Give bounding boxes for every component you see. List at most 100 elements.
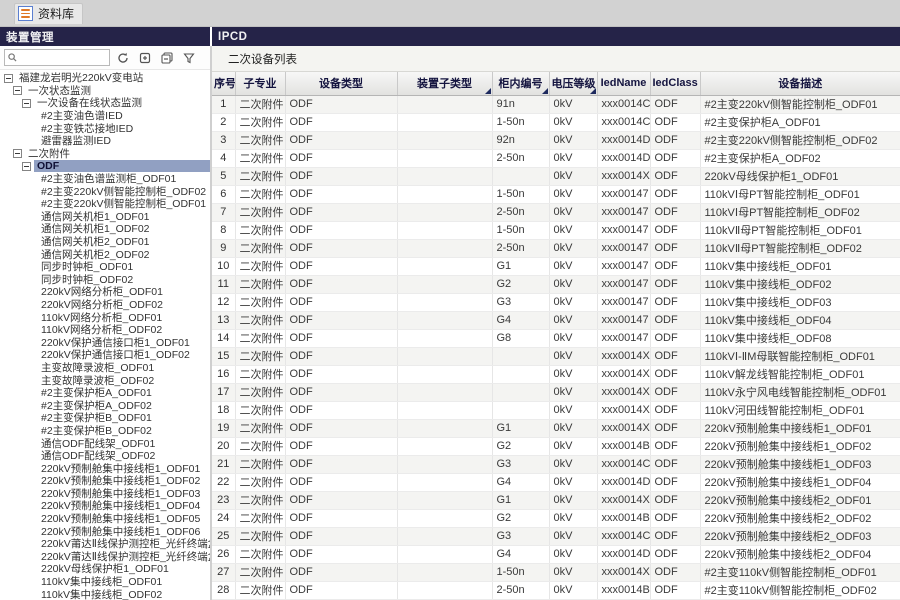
tree-item[interactable]: #2主变保护柜B_ODF02	[0, 425, 210, 438]
column-header-device-type[interactable]: 设备类型	[285, 72, 397, 95]
tree-item[interactable]: #2主变保护柜B_ODF01	[0, 412, 210, 425]
table-row[interactable]: 16二次附件ODF0kVxxx0014XODF110kV解龙线智能控制柜_ODF…	[212, 365, 900, 383]
tree-item[interactable]: 同步时钟柜_ODF01	[0, 261, 210, 274]
table-row[interactable]: 12二次附件ODFG30kVxxx00147ODF110kV集中接线柜_ODF0…	[212, 293, 900, 311]
table-row[interactable]: 24二次附件ODFG20kVxxx0014BODF220kV预制舱集中接线柜2_…	[212, 509, 900, 527]
tree-item[interactable]: 220kV母线保护柜1_ODF01	[0, 563, 210, 576]
tree-item[interactable]: 通信网关机柜1_ODF01	[0, 211, 210, 224]
table-row[interactable]: 25二次附件ODFG30kVxxx0014CODF220kV预制舱集中接线柜2_…	[212, 527, 900, 545]
tree-collapse-icon[interactable]	[22, 162, 31, 171]
tree-item[interactable]: 主变故障录波柜_ODF02	[0, 374, 210, 387]
expand-all-button[interactable]	[136, 49, 154, 67]
table-row[interactable]: 14二次附件ODFG80kVxxx00147ODF110kV集中接线柜_ODF0…	[212, 329, 900, 347]
tree-item[interactable]: 220kV预制舱集中接线柜1_ODF06	[0, 525, 210, 538]
column-header-ied-name[interactable]: IedName	[597, 72, 650, 95]
tree-collapse-icon[interactable]	[22, 99, 31, 108]
tree-item[interactable]: 220kV保护通信接口柜1_ODF02	[0, 349, 210, 362]
table-row[interactable]: 10二次附件ODFG10kVxxx00147ODF110kV集中接线柜_ODF0…	[212, 257, 900, 275]
tree-item[interactable]: 二次附件	[0, 148, 210, 161]
tree-item[interactable]: 220kV预制舱集中接线柜1_ODF04	[0, 500, 210, 513]
tree-item[interactable]: #2主变油色谱监测柜_ODF01	[0, 173, 210, 186]
table-row[interactable]: 15二次附件ODF0kVxxx0014XODF110kVⅠ-ⅡM母联智能控制柜_…	[212, 347, 900, 365]
column-header-device-desc[interactable]: 设备描述	[700, 72, 900, 95]
tree-item[interactable]: ODF	[0, 160, 210, 173]
tree-item[interactable]: 同步时钟柜_ODF02	[0, 274, 210, 287]
column-header-sub-specialty[interactable]: 子专业	[235, 72, 285, 95]
tree-item-label: 通信网关机柜2_ODF01	[38, 236, 153, 248]
tree-item[interactable]: #2主变保护柜A_ODF01	[0, 387, 210, 400]
tab-library[interactable]: 资料库	[14, 3, 83, 24]
table-cell: xxx00147	[597, 203, 650, 221]
table-row[interactable]: 4二次附件ODF2-50n0kVxxx0014DODF#2主变保护柜A_ODF0…	[212, 149, 900, 167]
table-cell: 110kV集中接线柜_ODF03	[700, 293, 900, 311]
table-cell	[397, 581, 492, 599]
tree-collapse-icon[interactable]	[13, 149, 22, 158]
filter-button[interactable]	[180, 49, 198, 67]
tree-item[interactable]: 通信网关机柜2_ODF01	[0, 236, 210, 249]
tree-item[interactable]: 通信ODF配线架_ODF02	[0, 450, 210, 463]
table-row[interactable]: 20二次附件ODFG20kVxxx0014BODF220kV预制舱集中接线柜1_…	[212, 437, 900, 455]
table-row[interactable]: 1二次附件ODF91n0kVxxx0014CODF#2主变220kV侧智能控制柜…	[212, 95, 900, 113]
column-header-device-subtype[interactable]: 装置子类型	[397, 72, 492, 95]
tree-item[interactable]: #2主变220kV侧智能控制柜_ODF02	[0, 185, 210, 198]
table-row[interactable]: 2二次附件ODF1-50n0kVxxx0014CODF#2主变保护柜A_ODF0…	[212, 113, 900, 131]
table-row[interactable]: 21二次附件ODFG30kVxxx0014CODF220kV预制舱集中接线柜1_…	[212, 455, 900, 473]
table-row[interactable]: 9二次附件ODF2-50n0kVxxx00147ODF110kVⅡ母PT智能控制…	[212, 239, 900, 257]
tree-item[interactable]: 220kV保护通信接口柜1_ODF01	[0, 336, 210, 349]
tree-item[interactable]: 主变故障录波柜_ODF01	[0, 362, 210, 375]
table-row[interactable]: 8二次附件ODF1-50n0kVxxx00147ODF110kVⅡ母PT智能控制…	[212, 221, 900, 239]
tree-item[interactable]: 220kV网络分析柜_ODF01	[0, 286, 210, 299]
tree-item[interactable]: 一次设备在线状态监测	[0, 97, 210, 110]
tree-collapse-icon[interactable]	[4, 74, 13, 83]
column-header-no[interactable]: 序号	[212, 72, 235, 95]
table-cell: 110kV集中接线柜_ODF02	[700, 275, 900, 293]
table-cell	[492, 365, 549, 383]
tree-item[interactable]: #2主变油色谱IED	[0, 110, 210, 123]
collapse-all-button[interactable]	[158, 49, 176, 67]
tree-collapse-icon[interactable]	[13, 86, 22, 95]
tree-item[interactable]: 220kV莆达Ⅱ线保护测控柜_光纤终端盒2	[0, 551, 210, 564]
column-header-ied-class[interactable]: IedClass	[650, 72, 700, 95]
table-row[interactable]: 22二次附件ODFG40kVxxx0014DODF220kV预制舱集中接线柜1_…	[212, 473, 900, 491]
tree-item[interactable]: 220kV预制舱集中接线柜1_ODF05	[0, 513, 210, 526]
tree-item[interactable]: #2主变220kV侧智能控制柜_ODF01	[0, 198, 210, 211]
tree-item[interactable]: 220kV预制舱集中接线柜1_ODF02	[0, 475, 210, 488]
tree-item[interactable]: #2主变铁芯接地IED	[0, 122, 210, 135]
table-row[interactable]: 28二次附件ODF2-50n0kVxxx0014BODF#2主变110kV侧智能…	[212, 581, 900, 599]
tree-item[interactable]: 220kV预制舱集中接线柜1_ODF03	[0, 488, 210, 501]
tree-item[interactable]: 110kV集中接线柜_ODF01	[0, 576, 210, 589]
column-header-cabinet-no[interactable]: 柜内编号	[492, 72, 549, 95]
search-input[interactable]	[19, 52, 106, 63]
column-header-voltage-level[interactable]: 电压等级	[549, 72, 597, 95]
table-row[interactable]: 17二次附件ODF0kVxxx0014XODF110kV永宁风电线智能控制柜_O…	[212, 383, 900, 401]
tree-item[interactable]: 福建龙岩明光220kV变电站	[0, 72, 210, 85]
tree-item[interactable]: 通信网关机柜1_ODF02	[0, 223, 210, 236]
table-row[interactable]: 6二次附件ODF1-50n0kVxxx00147ODF110kVⅠ母PT智能控制…	[212, 185, 900, 203]
table-row[interactable]: 3二次附件ODF92n0kVxxx0014DODF#2主变220kV侧智能控制柜…	[212, 131, 900, 149]
table-row[interactable]: 19二次附件ODFG10kVxxx0014XODF220kV预制舱集中接线柜1_…	[212, 419, 900, 437]
tree-item[interactable]: 110kV集中接线柜_ODF02	[0, 588, 210, 600]
table-row[interactable]: 27二次附件ODF1-50n0kVxxx0014XODF#2主变110kV侧智能…	[212, 563, 900, 581]
tree-item[interactable]: 一次状态监测	[0, 85, 210, 98]
tree-item[interactable]: 通信网关机柜2_ODF02	[0, 248, 210, 261]
tree-item[interactable]: #2主变保护柜A_ODF02	[0, 399, 210, 412]
tree-item[interactable]: 220kV网络分析柜_ODF02	[0, 299, 210, 312]
table-row[interactable]: 13二次附件ODFG40kVxxx00147ODF110kV集中接线柜_ODF0…	[212, 311, 900, 329]
table-row[interactable]: 7二次附件ODF2-50n0kVxxx00147ODF110kVⅠ母PT智能控制…	[212, 203, 900, 221]
tree-item-label: 110kV集中接线柜_ODF01	[38, 576, 165, 588]
tree-item[interactable]: 通信ODF配线架_ODF01	[0, 437, 210, 450]
table-row[interactable]: 18二次附件ODF0kVxxx0014XODF110kV河田线智能控制柜_ODF…	[212, 401, 900, 419]
tree-item[interactable]: 避雷器监测IED	[0, 135, 210, 148]
refresh-button[interactable]	[114, 49, 132, 67]
table-row[interactable]: 23二次附件ODFG10kVxxx0014XODF220kV预制舱集中接线柜2_…	[212, 491, 900, 509]
table-row[interactable]: 5二次附件ODF0kVxxx0014XODF220kV母线保护柜1_ODF01	[212, 167, 900, 185]
table-cell	[492, 401, 549, 419]
tree-item[interactable]: 220kV莆达Ⅱ线保护测控柜_光纤终端盒1	[0, 538, 210, 551]
table-cell: ODF	[285, 239, 397, 257]
tree-item[interactable]: 220kV预制舱集中接线柜1_ODF01	[0, 462, 210, 475]
tree-item[interactable]: 110kV网络分析柜_ODF02	[0, 324, 210, 337]
tree-item[interactable]: 110kV网络分析柜_ODF01	[0, 311, 210, 324]
tab-secondary-device-list[interactable]: 二次设备列表	[222, 47, 303, 71]
table-row[interactable]: 11二次附件ODFG20kVxxx00147ODF110kV集中接线柜_ODF0…	[212, 275, 900, 293]
table-row[interactable]: 26二次附件ODFG40kVxxx0014DODF220kV预制舱集中接线柜2_…	[212, 545, 900, 563]
